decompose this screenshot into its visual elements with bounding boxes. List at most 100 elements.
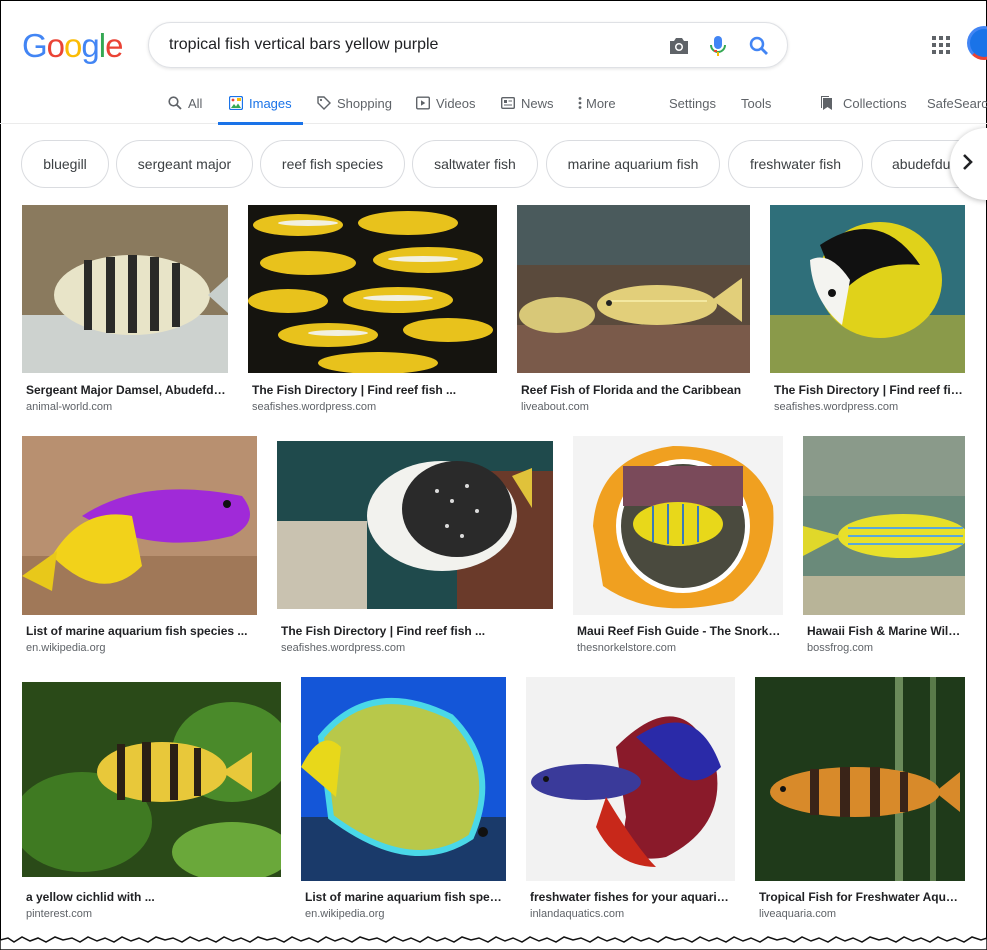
logo-letter: G: [22, 27, 48, 64]
logo-letter: o: [46, 27, 65, 64]
chip-label: bluegill: [43, 156, 87, 172]
tab-videos[interactable]: Videos: [416, 82, 476, 124]
result-source: inlandaquatics.com: [530, 908, 625, 920]
search-icon: [168, 96, 182, 110]
result-thumbnail[interactable]: [22, 205, 228, 373]
chip-label: marine aquarium fish: [567, 156, 699, 172]
result-title[interactable]: Sergeant Major Damsel, Abudefduf saxatil…: [26, 383, 226, 397]
torn-edge-divider: [0, 936, 987, 950]
tab-tools[interactable]: Tools: [741, 82, 771, 124]
play-icon: [416, 96, 430, 110]
result-source: liveabout.com: [521, 401, 589, 413]
more-vert-icon: [578, 96, 582, 110]
image-result[interactable]: Hawaii Fish & Marine Wildlife bossfrog.c…: [803, 436, 965, 656]
search-box: [148, 22, 788, 68]
result-source: bossfrog.com: [807, 642, 874, 654]
image-result[interactable]: Tropical Fish for Freshwater Aquariums l…: [755, 677, 965, 922]
result-source: pinterest.com: [26, 908, 93, 920]
microphone-icon[interactable]: [706, 34, 730, 58]
result-thumbnail[interactable]: [277, 441, 553, 609]
tab-shopping[interactable]: Shopping: [317, 82, 392, 124]
chip-label: reef fish species: [281, 156, 384, 172]
logo-letter: e: [105, 27, 123, 64]
result-title[interactable]: freshwater fishes for your aquarium ...: [530, 890, 732, 904]
google-logo[interactable]: Google: [22, 27, 123, 65]
result-title[interactable]: List of marine aquarium fish species ...: [26, 624, 254, 638]
apps-grid-icon[interactable]: [932, 36, 950, 54]
tab-all[interactable]: All: [168, 82, 202, 124]
result-source: seafishes.wordpress.com: [281, 642, 406, 654]
result-thumbnail[interactable]: [22, 682, 281, 877]
chip-saltwater-fish[interactable]: saltwater fish: [412, 140, 538, 188]
tab-label: News: [521, 95, 554, 111]
chip-marine-aquarium-fish[interactable]: marine aquarium fish: [546, 140, 720, 188]
result-title[interactable]: Hawaii Fish & Marine Wildlife: [807, 624, 965, 638]
tab-label: Shopping: [337, 95, 392, 111]
result-title[interactable]: Tropical Fish for Freshwater Aquariums: [759, 890, 964, 904]
image-result[interactable]: The Fish Directory | Find reef fish ... …: [277, 436, 553, 656]
result-thumbnail[interactable]: [803, 436, 965, 615]
chip-freshwater-fish[interactable]: freshwater fish: [728, 140, 863, 188]
result-thumbnail[interactable]: [573, 436, 783, 615]
logo-letter: g: [81, 27, 99, 64]
result-thumbnail[interactable]: [770, 205, 965, 373]
chip-label: saltwater fish: [434, 156, 516, 172]
chip-bluegill[interactable]: bluegill: [21, 140, 109, 188]
image-result[interactable]: The Fish Directory | Find reef fish ... …: [248, 205, 497, 415]
tab-more[interactable]: More: [578, 82, 616, 124]
result-source: animal-world.com: [26, 401, 113, 413]
tab-label: Collections: [843, 95, 907, 111]
result-title[interactable]: Maui Reef Fish Guide - The Snorkel Store: [577, 624, 782, 638]
result-source: liveaquaria.com: [759, 908, 837, 920]
result-title[interactable]: a yellow cichlid with ...: [26, 890, 276, 904]
safesearch-button[interactable]: SafeSearch: [927, 82, 987, 124]
logo-letter: o: [64, 27, 82, 64]
chip-label: abudefdu: [892, 156, 951, 172]
result-thumbnail[interactable]: [301, 677, 506, 881]
result-source: thesnorkelstore.com: [577, 642, 677, 654]
search-input[interactable]: [169, 34, 649, 56]
result-thumbnail[interactable]: [526, 677, 735, 881]
result-thumbnail[interactable]: [755, 677, 965, 881]
image-result[interactable]: List of marine aquarium fish species ...…: [301, 677, 506, 922]
tab-label: Tools: [741, 95, 772, 111]
image-result[interactable]: a yellow cichlid with ... pinterest.com: [22, 677, 281, 922]
image-result[interactable]: Maui Reef Fish Guide - The Snorkel Store…: [573, 436, 783, 656]
tab-label: SafeSearch: [927, 95, 987, 111]
chip-reef-fish-species[interactable]: reef fish species: [260, 140, 405, 188]
image-result[interactable]: Sergeant Major Damsel, Abudefduf saxatil…: [22, 205, 228, 415]
result-title[interactable]: The Fish Directory | Find reef fish ...: [281, 624, 551, 638]
search-tabs: All Images Shopping Videos News More Set…: [0, 82, 987, 125]
tab-label: All: [188, 95, 203, 111]
tab-label: Images: [249, 95, 292, 111]
result-title[interactable]: Reef Fish of Florida and the Caribbean: [521, 383, 749, 397]
image-result[interactable]: List of marine aquarium fish species ...…: [22, 436, 257, 656]
collections-button[interactable]: Collections: [819, 82, 907, 124]
image-result[interactable]: freshwater fishes for your aquarium ... …: [526, 677, 735, 922]
tab-images[interactable]: Images: [218, 82, 303, 125]
image-result[interactable]: The Fish Directory | Find reef fish ... …: [770, 205, 965, 415]
result-source: seafishes.wordpress.com: [252, 401, 377, 413]
related-searches-chips: bluegill sergeant major reef fish specie…: [0, 140, 987, 190]
news-icon: [501, 96, 515, 110]
image-icon: [229, 96, 243, 110]
result-title[interactable]: The Fish Directory | Find reef fish ...: [774, 383, 964, 397]
result-thumbnail[interactable]: [248, 205, 497, 373]
tab-label: Videos: [436, 95, 476, 111]
bookmark-icon: [819, 95, 835, 111]
result-thumbnail[interactable]: [517, 205, 750, 373]
result-source: seafishes.wordpress.com: [774, 401, 899, 413]
tag-icon: [317, 96, 331, 110]
result-title[interactable]: The Fish Directory | Find reef fish ...: [252, 383, 492, 397]
image-result[interactable]: Reef Fish of Florida and the Caribbean l…: [517, 205, 750, 415]
tab-news[interactable]: News: [501, 82, 554, 124]
camera-icon[interactable]: [667, 34, 691, 58]
result-source: en.wikipedia.org: [305, 908, 385, 920]
chip-sergeant-major[interactable]: sergeant major: [116, 140, 253, 188]
result-thumbnail[interactable]: [22, 436, 257, 615]
tab-settings[interactable]: Settings: [669, 82, 716, 124]
tab-label: More: [586, 95, 616, 111]
result-title[interactable]: List of marine aquarium fish species ...: [305, 890, 505, 904]
search-icon[interactable]: [747, 34, 771, 58]
result-source: en.wikipedia.org: [26, 642, 106, 654]
